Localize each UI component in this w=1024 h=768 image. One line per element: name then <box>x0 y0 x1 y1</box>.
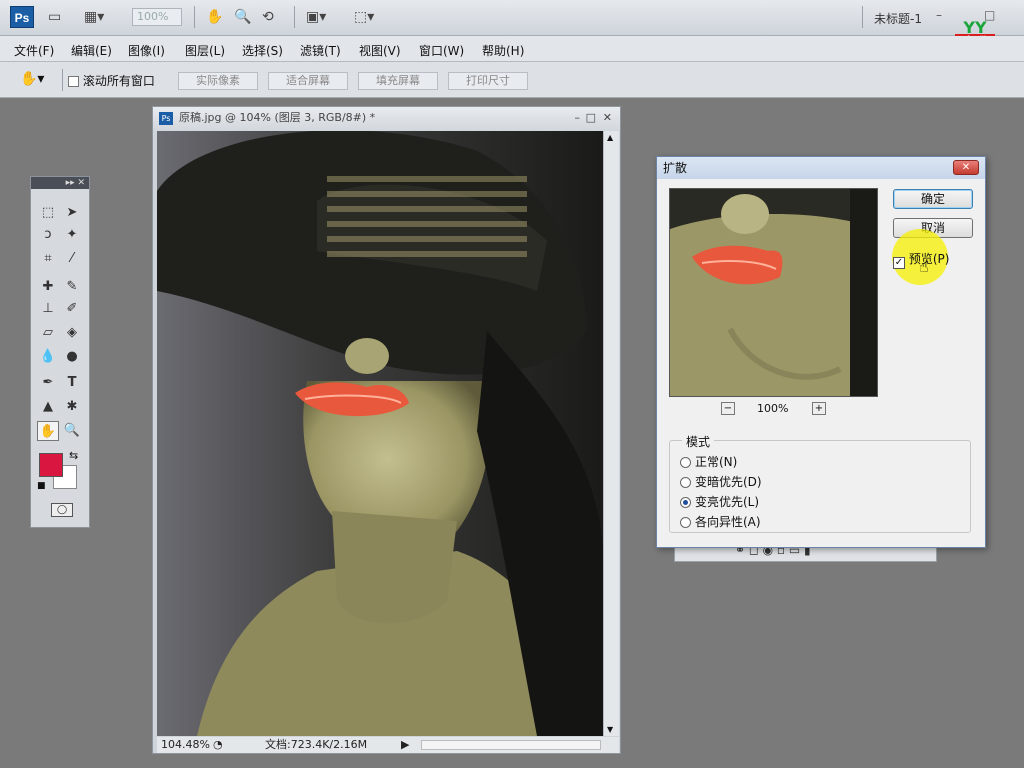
divider <box>862 6 863 28</box>
hand-icon[interactable]: ✋ <box>37 421 59 441</box>
marquee-icon[interactable]: ⬚ <box>37 203 59 223</box>
minimize-icon[interactable]: – <box>575 107 581 129</box>
minimize-icon[interactable]: – <box>936 8 942 22</box>
preview-zoom-in-button[interactable]: + <box>812 402 826 415</box>
hand-tool-preset-icon[interactable]: ✋▾ <box>20 71 44 87</box>
shape-icon[interactable]: ✱ <box>61 397 83 417</box>
paint-bucket-icon[interactable]: ◈ <box>61 323 83 343</box>
tools-panel-header[interactable]: ▸▸ ✕ <box>31 177 89 189</box>
screen-mode-icon[interactable]: ⬚▾ <box>354 8 374 26</box>
actual-pixels-button[interactable]: 实际像素 <box>178 72 258 90</box>
preview-zoom-level: 100% <box>757 402 789 415</box>
history-brush-icon[interactable]: ✐ <box>61 299 83 319</box>
maximize-icon[interactable]: □ <box>586 107 596 129</box>
bridge-icon[interactable]: ▭ <box>48 8 61 26</box>
portrait-image <box>157 131 603 736</box>
menu-file[interactable]: 文件(F) <box>14 42 54 59</box>
divider <box>294 6 295 28</box>
menu-view[interactable]: 视图(V) <box>359 42 401 59</box>
tools-panel: ▸▸ ✕ ⬚ ➤ ↄ ✦ ⌗ ⁄ ✚ ✎ ⊥ ✐ ▱ ◈ 💧 ● ✒ T ▲ ✱… <box>30 176 90 528</box>
mode-normal-radio[interactable]: 正常(N) <box>680 453 737 470</box>
vertical-scrollbar[interactable]: ▲ ▼ <box>603 131 619 736</box>
document-window: Ps 原稿.jpg @ 104% (图层 3, RGB/8#) * – □ ✕ <box>152 106 621 754</box>
menu-window[interactable]: 窗口(W) <box>419 42 464 59</box>
mouse-cursor-icon: ☝ <box>919 257 929 276</box>
options-bar: ✋▾ 滚动所有窗口 实际像素 适合屏幕 填充屏幕 打印尺寸 <box>0 62 1024 98</box>
rotate-view-icon[interactable]: ⟲ <box>262 8 274 26</box>
dialog-close-icon[interactable]: ✕ <box>953 160 979 175</box>
scroll-up-icon[interactable]: ▲ <box>607 133 613 142</box>
document-title-bar[interactable]: Ps 原稿.jpg @ 104% (图层 3, RGB/8#) * – □ ✕ <box>153 107 620 131</box>
document-title: 原稿.jpg @ 104% (图层 3, RGB/8#) * <box>179 111 376 124</box>
checkbox-box: ✓ <box>893 257 905 269</box>
checkbox-box <box>68 76 79 87</box>
filter-preview[interactable] <box>669 188 878 397</box>
menu-select[interactable]: 选择(S) <box>242 42 283 59</box>
quick-mask-icon[interactable]: ◯ <box>51 503 73 517</box>
menu-edit[interactable]: 编辑(E) <box>71 42 112 59</box>
divider <box>194 6 195 28</box>
scroll-down-icon[interactable]: ▼ <box>607 725 613 734</box>
pen-icon[interactable]: ✒ <box>37 373 59 393</box>
horizontal-scrollbar[interactable] <box>421 740 601 750</box>
document-size: 文档:723.4K/2.16M <box>265 738 368 751</box>
mode-darken-only-radio[interactable]: 变暗优先(D) <box>680 473 762 490</box>
zoom-icon[interactable]: 🔍 <box>61 421 83 441</box>
application-bar: Ps ▭ ▦▾ 100% ✋ 🔍 ⟲ ▣▾ ⬚▾ 未标题-1 – □ <box>0 0 1024 36</box>
arrange-documents-icon[interactable]: ▣▾ <box>306 8 326 26</box>
document-status-bar: 104.48% ◔ 文档:723.4K/2.16M ▶ <box>157 737 619 753</box>
blur-icon[interactable]: 💧 <box>37 347 59 367</box>
print-size-button[interactable]: 打印尺寸 <box>448 72 528 90</box>
menu-filter[interactable]: 滤镜(T) <box>300 42 341 59</box>
eraser-icon[interactable]: ▱ <box>37 323 59 343</box>
status-menu-icon[interactable]: ▶ <box>401 737 409 752</box>
fit-screen-button[interactable]: 适合屏幕 <box>268 72 348 90</box>
dialog-title: 扩散 <box>663 161 688 175</box>
dialog-title-bar[interactable]: 扩散 ✕ <box>657 157 985 179</box>
menu-image[interactable]: 图像(I) <box>128 42 165 59</box>
ok-button[interactable]: 确定 <box>893 189 973 209</box>
menu-help[interactable]: 帮助(H) <box>482 42 524 59</box>
menu-bar: 文件(F) 编辑(E) 图像(I) 图层(L) 选择(S) 滤镜(T) 视图(V… <box>0 36 1024 62</box>
mode-legend: 模式 <box>682 433 715 450</box>
image-canvas[interactable] <box>157 131 603 736</box>
zoom-tool-icon[interactable]: 🔍 <box>234 8 251 26</box>
scroll-all-windows-checkbox[interactable]: 滚动所有窗口 <box>68 72 155 89</box>
zoom-readout[interactable]: 104.48% <box>161 737 210 752</box>
document-tab[interactable]: 未标题-1 <box>874 10 922 27</box>
status-options-icon[interactable]: ◔ <box>213 737 223 752</box>
default-colors-icon[interactable]: ■ <box>37 481 46 491</box>
eyedropper-icon[interactable]: ⁄ <box>61 249 83 269</box>
dodge-icon[interactable]: ● <box>61 347 83 367</box>
swap-colors-icon[interactable]: ⇆ <box>69 449 78 462</box>
mode-group: 模式 正常(N) 变暗优先(D) 变亮优先(L) 各向异性(A) <box>669 433 971 533</box>
preview-zoom-out-button[interactable]: − <box>721 402 735 415</box>
ps-document-icon: Ps <box>159 112 173 125</box>
mode-lighten-only-radio[interactable]: 变亮优先(L) <box>680 493 759 510</box>
crop-icon[interactable]: ⌗ <box>37 249 59 269</box>
move-icon[interactable]: ➤ <box>61 203 83 223</box>
menu-layer[interactable]: 图层(L) <box>185 42 225 59</box>
preview-image <box>670 189 877 396</box>
path-select-icon[interactable]: ▲ <box>37 397 59 417</box>
mode-anisotropic-radio[interactable]: 各向异性(A) <box>680 513 761 530</box>
divider <box>62 69 63 91</box>
foreground-color-swatch[interactable] <box>39 453 63 477</box>
lasso-icon[interactable]: ↄ <box>37 225 59 245</box>
clone-stamp-icon[interactable]: ⊥ <box>37 299 59 319</box>
type-icon[interactable]: T <box>61 373 83 393</box>
hand-tool-icon[interactable]: ✋ <box>206 8 223 26</box>
healing-brush-icon[interactable]: ✚ <box>37 277 59 297</box>
brush-icon[interactable]: ✎ <box>61 277 83 297</box>
zoom-level-select[interactable]: 100% <box>132 8 182 26</box>
magic-wand-icon[interactable]: ✦ <box>61 225 83 245</box>
close-icon[interactable]: ✕ <box>603 107 612 129</box>
diffuse-dialog: 扩散 ✕ − 100% + 确定 取消 ✓ 预览(P) ☝ 模式 正常(N) 变… <box>656 156 986 548</box>
view-extras-icon[interactable]: ▦▾ <box>84 8 104 26</box>
fill-screen-button[interactable]: 填充屏幕 <box>358 72 438 90</box>
photoshop-logo: Ps <box>10 6 34 28</box>
